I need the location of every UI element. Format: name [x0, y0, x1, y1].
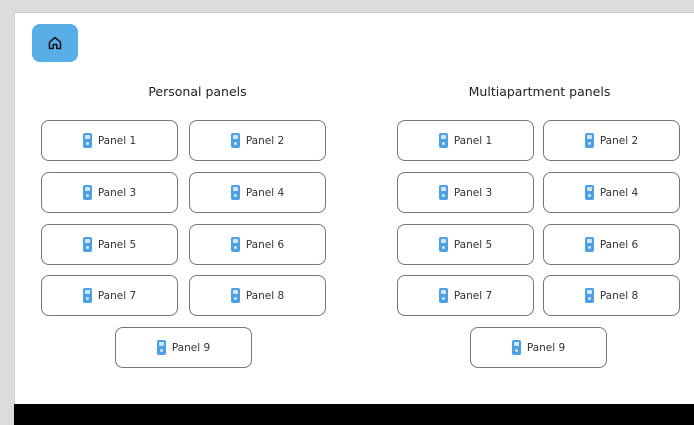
door-phone-icon [82, 185, 92, 200]
personal-panel-3-button[interactable]: Panel 3 [41, 172, 178, 213]
door-phone-icon [584, 288, 594, 303]
personal-panel-8-button[interactable]: Panel 8 [189, 275, 326, 316]
door-phone-icon [230, 288, 240, 303]
multiapartment-panel-2-button[interactable]: Panel 2 [543, 120, 680, 161]
personal-panel-7-button[interactable]: Panel 7 [41, 275, 178, 316]
door-phone-icon [230, 237, 240, 252]
multiapartment-panels-title: Multiapartment panels [468, 84, 611, 99]
panel-label: Panel 6 [245, 238, 285, 251]
panel-label: Panel 7 [97, 289, 137, 302]
panel-label: Panel 3 [97, 186, 137, 199]
door-phone-icon [511, 340, 521, 355]
personal-panel-4-button[interactable]: Panel 4 [189, 172, 326, 213]
multiapartment-panel-1-button[interactable]: Panel 1 [397, 120, 534, 161]
panel-label: Panel 5 [97, 238, 137, 251]
multiapartment-panel-6-button[interactable]: Panel 6 [543, 224, 680, 265]
home-icon [48, 36, 62, 50]
door-phone-icon [584, 133, 594, 148]
main-screen: Personal panels Panel 1 Panel 2 Panel 3 … [14, 12, 694, 405]
multiapartment-panel-4-button[interactable]: Panel 4 [543, 172, 680, 213]
personal-panel-2-button[interactable]: Panel 2 [189, 120, 326, 161]
door-phone-icon [230, 185, 240, 200]
panel-label: Panel 1 [97, 134, 137, 147]
bottom-bar [14, 404, 694, 425]
panel-label: Panel 9 [526, 341, 566, 354]
door-phone-icon [82, 133, 92, 148]
home-button[interactable] [32, 24, 78, 62]
panel-label: Panel 8 [599, 289, 639, 302]
personal-panels-title: Personal panels [148, 84, 247, 99]
door-phone-icon [230, 133, 240, 148]
panel-label: Panel 2 [245, 134, 285, 147]
door-phone-icon [584, 185, 594, 200]
personal-panel-9-button[interactable]: Panel 9 [115, 327, 252, 368]
personal-panel-1-button[interactable]: Panel 1 [41, 120, 178, 161]
door-phone-icon [584, 237, 594, 252]
door-phone-icon [438, 133, 448, 148]
door-phone-icon [82, 288, 92, 303]
panel-label: Panel 6 [599, 238, 639, 251]
personal-panel-5-button[interactable]: Panel 5 [41, 224, 178, 265]
panel-label: Panel 4 [245, 186, 285, 199]
door-phone-icon [438, 288, 448, 303]
personal-panel-6-button[interactable]: Panel 6 [189, 224, 326, 265]
multiapartment-panel-9-button[interactable]: Panel 9 [470, 327, 607, 368]
door-phone-icon [438, 185, 448, 200]
panel-label: Panel 8 [245, 289, 285, 302]
panel-label: Panel 9 [171, 341, 211, 354]
multiapartment-panel-5-button[interactable]: Panel 5 [397, 224, 534, 265]
multiapartment-panel-7-button[interactable]: Panel 7 [397, 275, 534, 316]
multiapartment-panel-3-button[interactable]: Panel 3 [397, 172, 534, 213]
panel-label: Panel 4 [599, 186, 639, 199]
door-phone-icon [438, 237, 448, 252]
panel-label: Panel 3 [453, 186, 493, 199]
panel-label: Panel 7 [453, 289, 493, 302]
panel-label: Panel 5 [453, 238, 493, 251]
multiapartment-panel-8-button[interactable]: Panel 8 [543, 275, 680, 316]
panel-label: Panel 1 [453, 134, 493, 147]
door-phone-icon [156, 340, 166, 355]
door-phone-icon [82, 237, 92, 252]
panel-label: Panel 2 [599, 134, 639, 147]
